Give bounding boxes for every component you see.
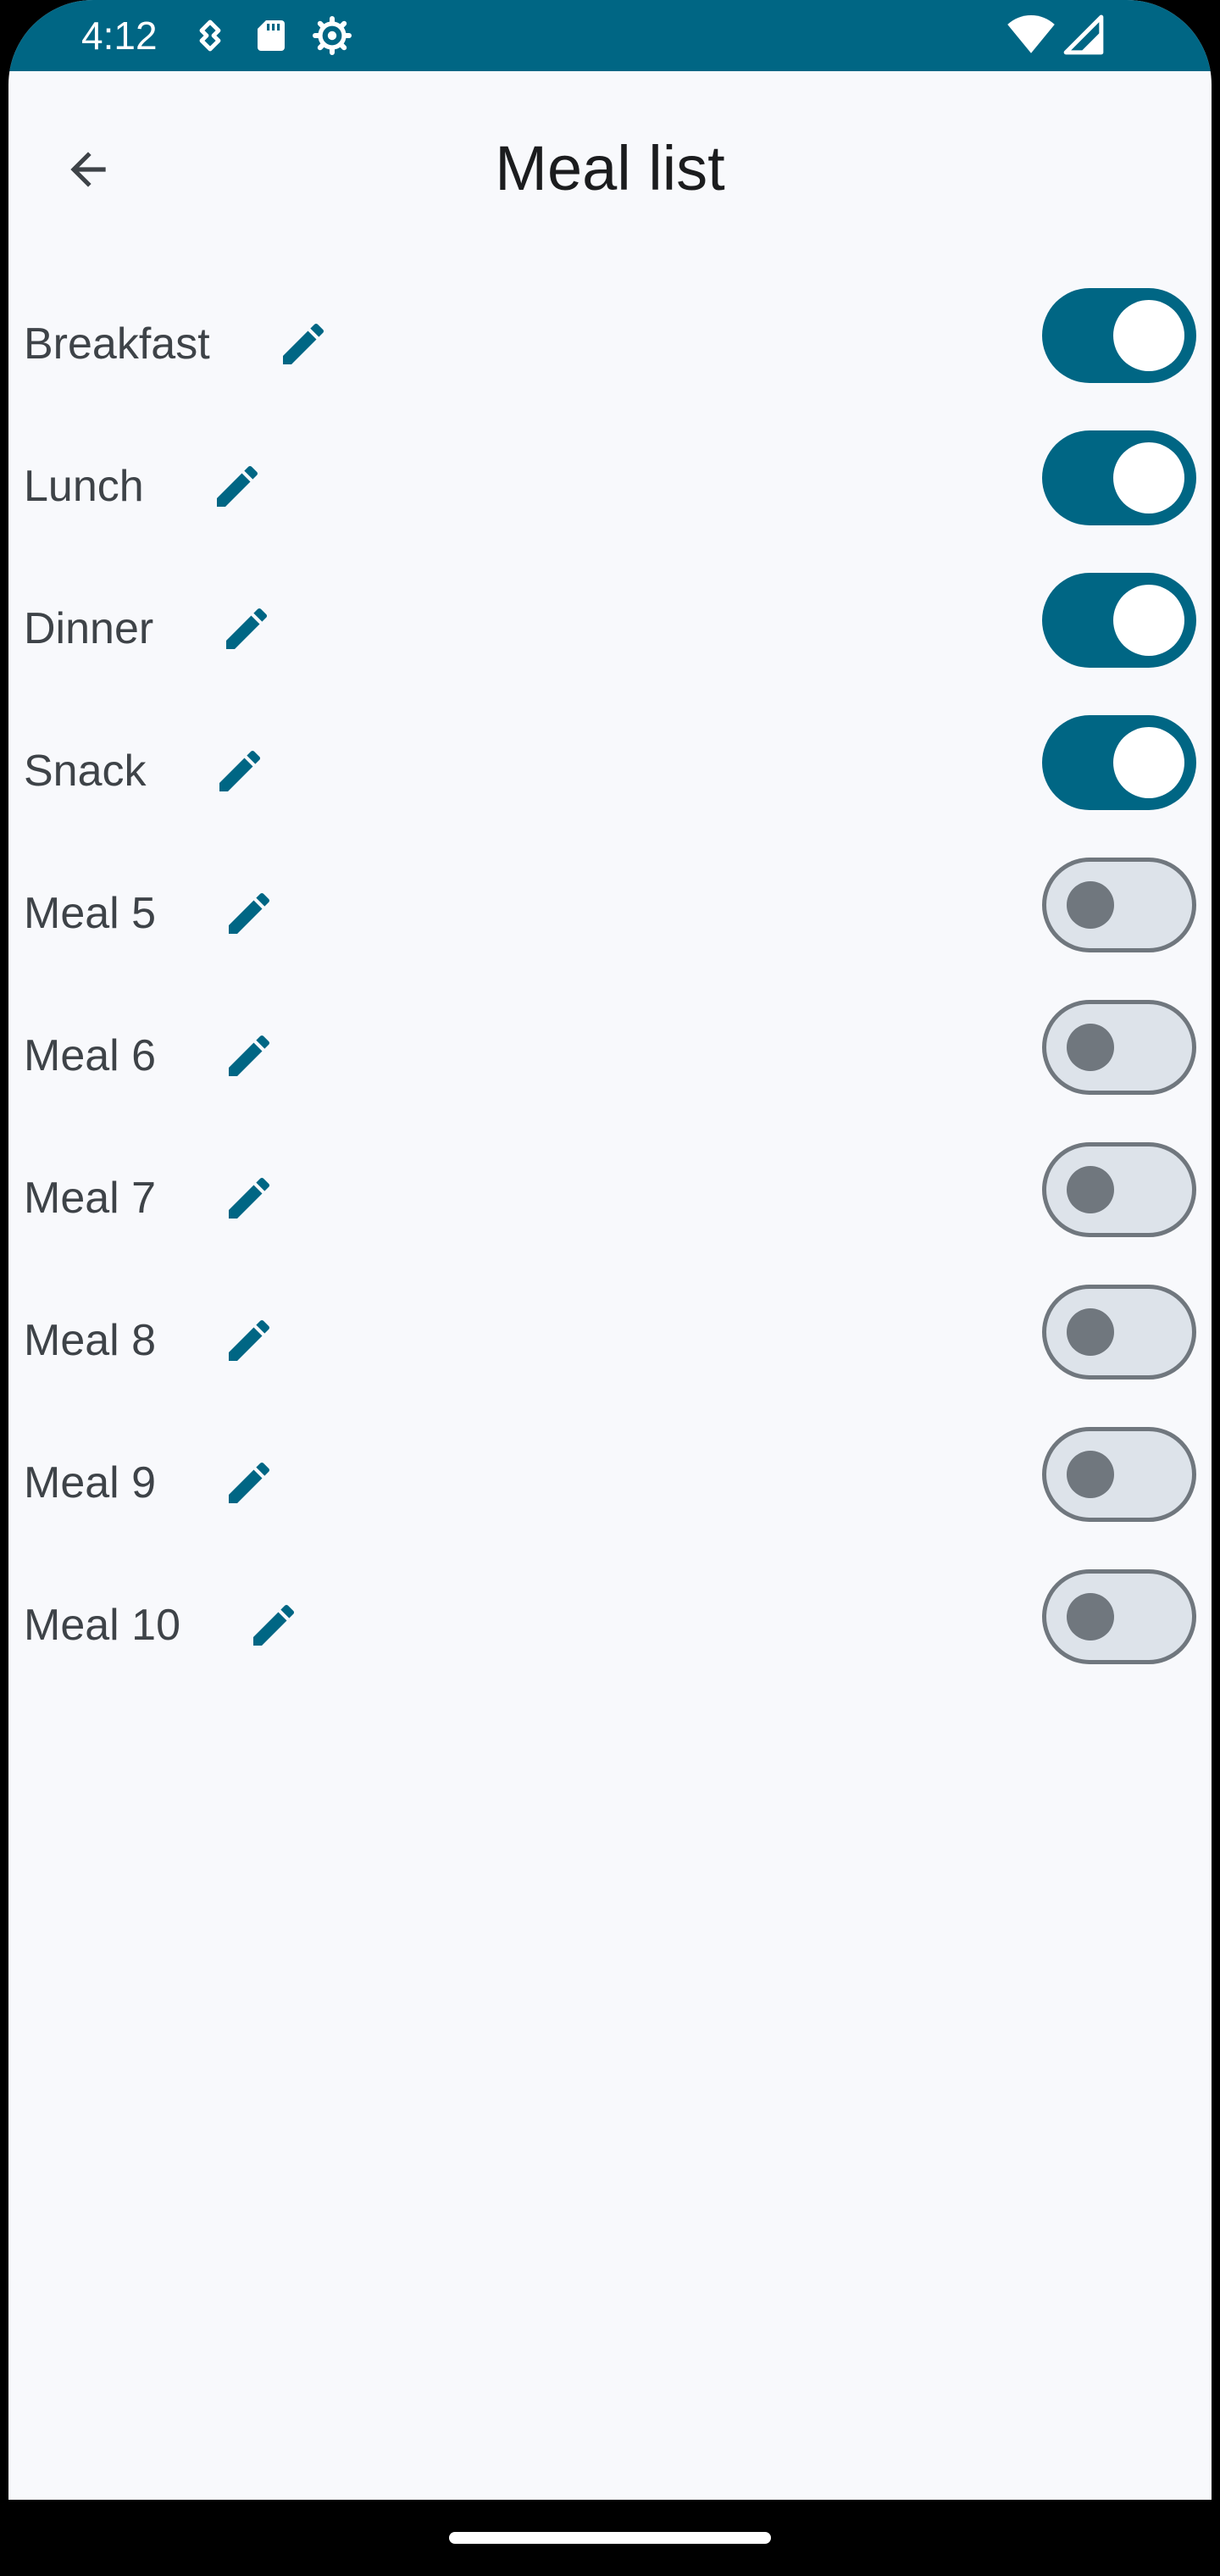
meal-toggle[interactable] xyxy=(1042,1427,1196,1522)
meal-toggle[interactable] xyxy=(1042,1569,1196,1664)
edit-pencil-icon xyxy=(229,1462,270,1503)
edit-button[interactable] xyxy=(266,307,341,381)
toggle-thumb xyxy=(1067,1166,1114,1213)
edit-pencil-icon xyxy=(282,323,324,364)
edit-pencil-icon xyxy=(219,750,260,791)
status-time: 4:12 xyxy=(81,14,158,58)
edit-button[interactable] xyxy=(200,449,274,524)
edit-pencil-icon xyxy=(253,1604,295,1646)
meal-toggle[interactable] xyxy=(1042,1142,1196,1237)
edit-button[interactable] xyxy=(212,1019,286,1093)
meal-toggle[interactable] xyxy=(1042,288,1196,383)
signal-icon xyxy=(1062,14,1105,56)
toggle-thumb xyxy=(1113,585,1184,656)
usb-debug-icon xyxy=(190,15,230,56)
edit-button[interactable] xyxy=(212,1303,286,1378)
meal-row-2: Lunch xyxy=(8,407,1212,549)
sd-card-icon xyxy=(251,15,291,56)
toggle-thumb xyxy=(1113,727,1184,798)
edit-button[interactable] xyxy=(212,1446,286,1520)
edit-pencil-icon xyxy=(229,1319,270,1361)
meal-row-4: Snack xyxy=(8,691,1212,834)
meal-row-8: Meal 8 xyxy=(8,1261,1212,1403)
meal-toggle[interactable] xyxy=(1042,1285,1196,1380)
edit-pencil-icon xyxy=(229,1177,270,1219)
page-title: Meal list xyxy=(495,133,725,203)
toggle-thumb xyxy=(1067,1024,1114,1071)
toggle-thumb xyxy=(1067,1593,1114,1641)
settings-gear-icon xyxy=(312,15,352,56)
edit-pencil-icon xyxy=(229,892,270,934)
meal-row-6: Meal 6 xyxy=(8,976,1212,1119)
toggle-thumb xyxy=(1113,442,1184,514)
meal-name: Meal 7 xyxy=(24,1174,157,1223)
meal-name: Meal 9 xyxy=(24,1458,157,1507)
meal-name: Meal 10 xyxy=(24,1601,180,1650)
meal-name: Lunch xyxy=(24,462,144,511)
app-bar: Meal list xyxy=(8,71,1212,264)
status-bar: 4:12 xyxy=(8,0,1212,71)
meal-row-7: Meal 7 xyxy=(8,1119,1212,1261)
edit-button[interactable] xyxy=(209,591,284,666)
meal-row-3: Dinner xyxy=(8,549,1212,691)
edit-button[interactable] xyxy=(212,1161,286,1235)
meal-name: Dinner xyxy=(24,604,154,653)
meal-name: Breakfast xyxy=(24,319,210,369)
meal-list: Breakfast Lunch Dinner Snack Meal 5 Meal… xyxy=(8,264,1212,1688)
edit-pencil-icon xyxy=(229,1035,270,1076)
toggle-thumb xyxy=(1067,881,1114,929)
meal-row-1: Breakfast xyxy=(8,264,1212,407)
meal-row-10: Meal 10 xyxy=(8,1546,1212,1688)
meal-name: Meal 6 xyxy=(24,1031,157,1080)
meal-toggle[interactable] xyxy=(1042,573,1196,668)
meal-toggle[interactable] xyxy=(1042,430,1196,525)
toggle-thumb xyxy=(1067,1451,1114,1498)
screen: 4:12 Meal list Breakfast Lunch Dinner Sn… xyxy=(8,0,1212,2576)
meal-toggle[interactable] xyxy=(1042,1000,1196,1095)
edit-button[interactable] xyxy=(236,1588,311,1663)
meal-toggle[interactable] xyxy=(1042,715,1196,810)
home-handle[interactable] xyxy=(449,2532,771,2544)
toggle-thumb xyxy=(1113,300,1184,371)
meal-row-5: Meal 5 xyxy=(8,834,1212,976)
wifi-icon xyxy=(1006,14,1056,56)
toggle-thumb xyxy=(1067,1308,1114,1356)
edit-pencil-icon xyxy=(226,608,268,649)
meal-name: Meal 8 xyxy=(24,1316,157,1365)
meal-toggle[interactable] xyxy=(1042,858,1196,952)
edit-button[interactable] xyxy=(212,876,286,951)
edit-button[interactable] xyxy=(202,734,277,808)
meal-row-9: Meal 9 xyxy=(8,1403,1212,1546)
meal-name: Snack xyxy=(24,747,147,796)
edit-pencil-icon xyxy=(216,465,258,507)
meal-name: Meal 5 xyxy=(24,889,157,938)
gesture-nav-bar xyxy=(0,2500,1220,2576)
